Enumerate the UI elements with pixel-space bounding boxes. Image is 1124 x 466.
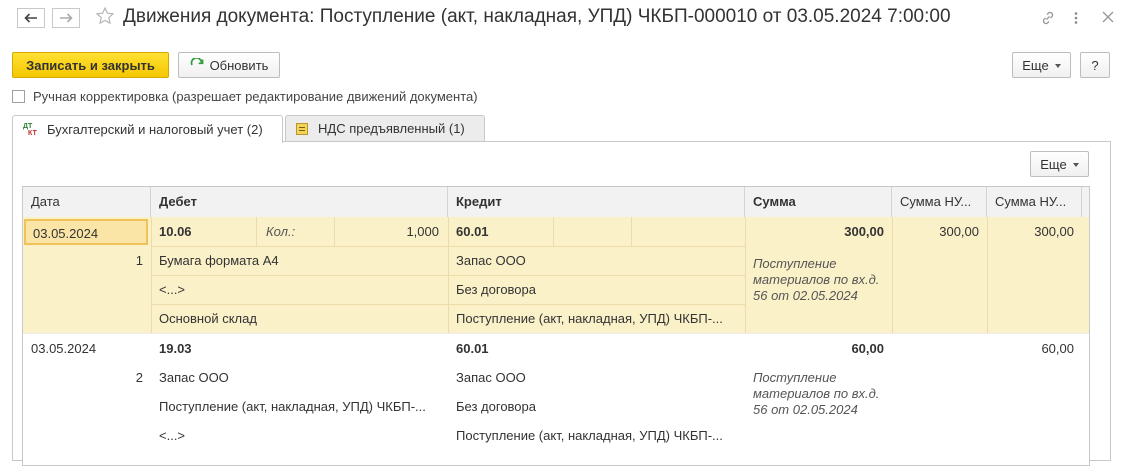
- cell-debit-subconto-2[interactable]: <...>: [159, 275, 443, 304]
- cell-credit-subconto-1[interactable]: Запас ООО: [456, 246, 740, 275]
- row-divider: [553, 217, 554, 246]
- more-vertical-icon[interactable]: [1073, 10, 1079, 26]
- table-more-menu-label: Еще: [1040, 157, 1078, 172]
- favorite-star-icon[interactable]: [95, 6, 115, 29]
- header-credit[interactable]: Кредит: [448, 187, 745, 217]
- cell-credit-account[interactable]: 60.01: [456, 334, 551, 363]
- cell-sum-nu-kt[interactable]: 300,00: [987, 217, 1074, 246]
- back-button[interactable]: [17, 8, 45, 28]
- cell-debit-subconto-1[interactable]: Запас ООО: [159, 363, 443, 392]
- arrow-right-icon: [60, 13, 73, 23]
- cell-row-number[interactable]: 2: [23, 363, 143, 392]
- dt-kt-icon: ДТ КТ: [23, 122, 37, 137]
- tab-vat[interactable]: НДС предъявленный (1): [285, 115, 485, 142]
- table-more-menu-button[interactable]: Еще: [1030, 151, 1089, 177]
- manual-correction-label: Ручная корректировка (разрешает редактир…: [33, 89, 478, 104]
- cell-content-line-1: Поступление: [753, 370, 837, 385]
- cell-credit-subconto-2[interactable]: Без договора: [456, 392, 740, 421]
- arrow-left-icon: [24, 13, 37, 23]
- cell-debit-account[interactable]: 10.06: [159, 217, 254, 246]
- register-icon: [296, 122, 308, 135]
- link-icon[interactable]: [1040, 10, 1056, 26]
- cell-debit-subconto-3[interactable]: Основной склад: [159, 304, 443, 333]
- save-and-close-button[interactable]: Записать и закрыть: [12, 52, 169, 78]
- cell-row-number[interactable]: 1: [23, 246, 147, 275]
- header-sum-nu-dt[interactable]: Сумма НУ...: [892, 187, 987, 217]
- tab-accounting-label: Бухгалтерский и налоговый учет (2): [47, 122, 263, 137]
- window-title: Движения документа: Поступление (акт, на…: [123, 6, 951, 27]
- cell-debit-subconto-2[interactable]: Поступление (акт, накладная, УПД) ЧКБП-.…: [159, 392, 443, 421]
- movements-table: Дата Дебет Кредит Сумма Сумма НУ... Сумм…: [22, 186, 1090, 466]
- cell-content-line-2: материалов по вх.д.: [753, 386, 880, 401]
- cell-debit-subconto-1[interactable]: Бумага формата А4: [159, 246, 443, 275]
- forward-button[interactable]: [52, 8, 80, 28]
- cell-sum-nu-dt[interactable]: 300,00: [892, 217, 979, 246]
- tab-vat-label: НДС предъявленный (1): [318, 121, 465, 136]
- cell-content-line-2: материалов по вх.д.: [753, 272, 880, 287]
- refresh-label: Обновить: [209, 57, 269, 73]
- table-header: Дата Дебет Кредит Сумма Сумма НУ... Сумм…: [23, 187, 1089, 218]
- cell-credit-subconto-2[interactable]: Без договора: [456, 275, 740, 304]
- cell-content-line-3: 56 от 02.05.2024: [753, 288, 858, 303]
- header-date[interactable]: Дата: [23, 187, 151, 217]
- cell-content-line-1: Поступление: [753, 256, 837, 271]
- cell-debit-subconto-3[interactable]: <...>: [159, 421, 443, 450]
- refresh-button[interactable]: Обновить: [178, 52, 280, 78]
- more-menu-button[interactable]: Еще: [1012, 52, 1071, 78]
- header-sum[interactable]: Сумма: [745, 187, 892, 217]
- cell-quantity-label: Кол.:: [266, 224, 296, 239]
- header-debit[interactable]: Дебет: [151, 187, 448, 217]
- cell-credit-subconto-1[interactable]: Запас ООО: [456, 363, 740, 392]
- row-divider: [256, 217, 257, 246]
- cell-credit-account[interactable]: 60.01: [456, 217, 551, 246]
- cell-date[interactable]: 03.05.2024: [31, 334, 148, 363]
- manual-correction-checkbox[interactable]: [12, 90, 25, 103]
- cell-sum-nu-kt[interactable]: 60,00: [987, 334, 1074, 363]
- cell-content-line-3: 56 от 02.05.2024: [753, 402, 858, 417]
- cell-sum[interactable]: 60,00: [745, 334, 884, 363]
- cell-sum[interactable]: 300,00: [745, 217, 884, 246]
- cell-sum-nu-dt[interactable]: [892, 334, 979, 363]
- tab-accounting[interactable]: ДТ КТ Бухгалтерский и налоговый учет (2): [12, 115, 283, 143]
- cell-date[interactable]: 03.05.2024: [24, 219, 148, 245]
- header-sum-nu-kt[interactable]: Сумма НУ...: [987, 187, 1082, 217]
- cell-credit-subconto-3[interactable]: Поступление (акт, накладная, УПД) ЧКБП-.…: [456, 421, 740, 450]
- cell-credit-subconto-3[interactable]: Поступление (акт, накладная, УПД) ЧКБП-.…: [456, 304, 740, 333]
- refresh-icon: [190, 58, 203, 66]
- close-icon[interactable]: [1101, 10, 1115, 24]
- row-divider: [631, 217, 632, 246]
- more-menu-label: Еще: [1022, 58, 1060, 73]
- cell-quantity[interactable]: 1,000: [335, 217, 439, 246]
- cell-debit-account[interactable]: 19.03: [159, 334, 254, 363]
- help-button[interactable]: ?: [1080, 52, 1110, 78]
